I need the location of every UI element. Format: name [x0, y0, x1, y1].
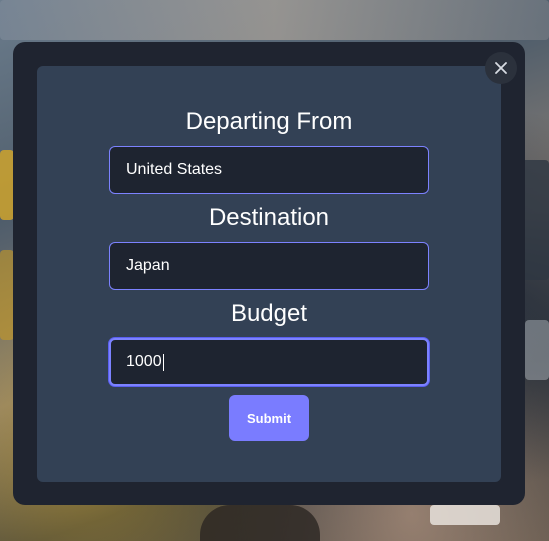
departing-from-input[interactable]: United States: [109, 146, 429, 194]
destination-label: Destination: [208, 204, 330, 231]
destination-value: Japan: [126, 257, 170, 274]
budget-value: 1000: [126, 353, 162, 370]
background-blur-yellow-lower: [0, 250, 14, 340]
background-blur-yellow: [0, 150, 14, 220]
destination-input[interactable]: Japan: [109, 242, 429, 290]
text-caret: [162, 353, 164, 371]
travel-form-modal: Departing From United States Destination…: [13, 42, 525, 505]
background-blur-grey: [525, 320, 549, 380]
submit-button[interactable]: Submit: [229, 395, 309, 441]
background-blur-figure: [200, 505, 320, 541]
close-icon: [495, 62, 507, 74]
budget-label: Budget: [230, 300, 308, 327]
form-panel: Departing From United States Destination…: [37, 66, 501, 482]
departing-from-label: Departing From: [185, 108, 353, 135]
background-blur-top: [0, 0, 549, 40]
departing-from-value: United States: [126, 161, 223, 178]
budget-input[interactable]: 1000: [109, 338, 429, 386]
background-blur-light: [430, 505, 500, 525]
close-button[interactable]: [485, 52, 517, 84]
